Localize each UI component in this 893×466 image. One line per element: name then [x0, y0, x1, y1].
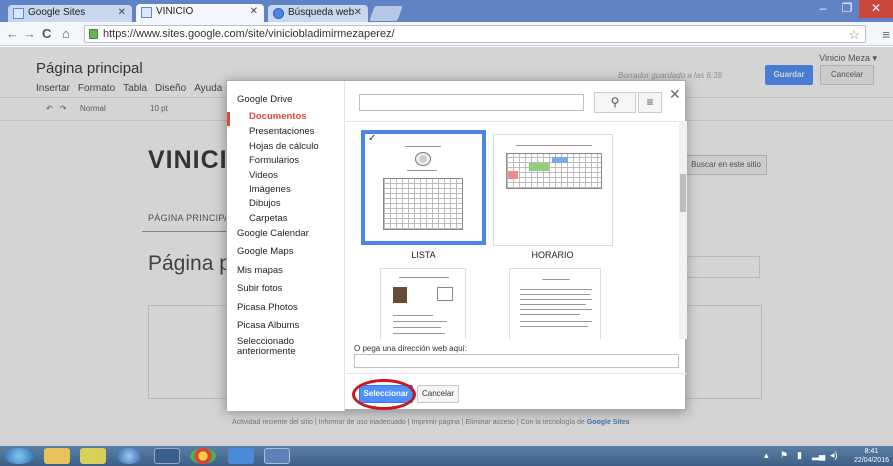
search-input[interactable] [359, 94, 584, 111]
file-browser: ⚲ ≡ ✕ ✓ LISTA HORARIO O pega una direcci… [346, 81, 687, 411]
tab-close-icon[interactable]: ✕ [354, 7, 362, 18]
tab-vinicio[interactable]: VINICIO ✕ [136, 4, 264, 22]
dialog-cancel-button[interactable]: Cancelar [417, 385, 459, 403]
browser-titlebar: Google Sites ✕ VINICIO ✕ Búsqueda web ✕ … [0, 0, 893, 22]
browser-menu-icon[interactable]: ≡ [882, 27, 890, 42]
sites-editor-page: Vinicio Meza ▾ Página principal Insertar… [0, 47, 893, 446]
nav-item-mis-mapas[interactable]: Mis mapas [237, 266, 283, 276]
file-thumb-document[interactable] [509, 268, 601, 339]
nav-item-documentos[interactable]: Documentos [249, 112, 307, 122]
nav-item-formularios[interactable]: Formularios [249, 156, 299, 166]
system-clock[interactable]: 8:41 22/04/2016 [854, 447, 889, 465]
back-arrow-icon[interactable]: ← [6, 26, 19, 41]
magnifier-icon: ⚲ [610, 95, 620, 109]
nav-item-hojas-de-cálculo[interactable]: Hojas de cálculo [249, 142, 319, 152]
browser-app-icon[interactable] [190, 448, 216, 464]
browser-toolbar: ← → C ⌂ https://www.sites.google.com/sit… [0, 22, 893, 46]
tray-arrow-icon[interactable]: ▴ [764, 450, 769, 461]
tab-close-icon[interactable]: ✕ [118, 7, 126, 18]
tab-google-sites[interactable]: Google Sites ✕ [8, 5, 132, 22]
sites-icon [141, 7, 152, 18]
photo-thumb [393, 287, 407, 303]
lock-icon [89, 29, 98, 39]
clock-date: 22/04/2016 [853, 457, 889, 464]
minimize-icon[interactable]: – [811, 0, 835, 18]
explorer-icon[interactable] [44, 448, 70, 464]
nav-item-dibujos[interactable]: Dibujos [249, 199, 281, 209]
start-button[interactable] [4, 448, 34, 464]
nav-item-google-calendar[interactable]: Google Calendar [237, 229, 309, 239]
nav-item-google-drive[interactable]: Google Drive [237, 95, 292, 105]
window-controls: – ❐ ✕ [811, 0, 893, 18]
flag-icon[interactable]: ⚑ [780, 450, 788, 461]
volume-icon[interactable]: ◂) [830, 450, 838, 461]
windows-taskbar: ▴ ⚑ ▮ ▂▄ ◂) 8:41 22/04/2016 [0, 446, 893, 466]
app-icon[interactable] [264, 448, 290, 464]
new-tab-button[interactable] [369, 6, 403, 21]
nav-item-seleccionado[interactable]: Seleccionado anteriormente [237, 337, 296, 357]
home-icon[interactable]: ⌂ [62, 26, 70, 41]
scrollbar[interactable] [679, 121, 687, 339]
file-name: HORARIO [531, 250, 574, 260]
scrollbar-thumb[interactable] [680, 174, 686, 212]
source-nav: Google Drive Documentos Presentaciones Hoja… [227, 81, 345, 411]
nav-item-presentaciones[interactable]: Presentaciones [249, 127, 314, 137]
clock-time: 8:41 [864, 448, 879, 455]
media-icon[interactable] [116, 448, 142, 464]
window-close-icon[interactable]: ✕ [859, 0, 893, 18]
search-button[interactable]: ⚲ [594, 92, 636, 113]
tab-title: Google Sites [28, 7, 86, 18]
sites-icon [13, 8, 24, 19]
annotation-circle [352, 379, 416, 410]
address-bar[interactable]: https://www.sites.google.com/site/vinici… [84, 25, 866, 43]
forward-arrow-icon[interactable]: → [23, 26, 36, 41]
tab-close-icon[interactable]: ✕ [250, 6, 258, 17]
nav-item-picasa-photos[interactable]: Picasa Photos [237, 303, 298, 313]
seal-icon [415, 152, 431, 166]
insert-document-dialog: Google Drive Documentos Presentaciones Hoja… [226, 80, 687, 411]
url-paste-input[interactable] [354, 354, 679, 368]
list-view-icon[interactable]: ≡ [638, 92, 662, 113]
chrome-icon[interactable] [154, 448, 180, 464]
nav-item-imágenes[interactable]: Imágenes [249, 185, 291, 195]
tab-busqueda-web[interactable]: Búsqueda web ✕ [268, 5, 368, 22]
file-name: LISTA [411, 250, 436, 260]
check-icon: ✓ [368, 133, 377, 144]
tab-title: Búsqueda web [288, 7, 355, 18]
nav-item-google-maps[interactable]: Google Maps [237, 247, 294, 257]
reload-icon[interactable]: C [42, 26, 51, 41]
battery-icon[interactable]: ▮ [797, 450, 802, 461]
close-icon[interactable]: ✕ [669, 86, 681, 103]
bookmark-star-icon[interactable]: ☆ [848, 27, 860, 43]
url-text: https://www.sites.google.com/site/vinici… [103, 28, 395, 40]
url-paste-label: O pega una dirección web aquí: [354, 344, 467, 353]
nav-item-videos[interactable]: Videos [249, 171, 278, 181]
nav-item-subir-fotos[interactable]: Subir fotos [237, 284, 282, 294]
restore-icon[interactable]: ❐ [835, 0, 859, 18]
folder-icon[interactable] [80, 448, 106, 464]
search-icon [273, 8, 284, 19]
file-thumb-curriculum[interactable] [380, 268, 466, 339]
tab-title: VINICIO [156, 6, 194, 17]
active-indicator [227, 112, 230, 126]
signal-icon[interactable]: ▂▄ [812, 450, 825, 461]
file-grid: ✓ LISTA HORARIO [346, 121, 687, 339]
file-thumb-lista[interactable]: ✓ [361, 130, 486, 245]
dialog-actions: Seleccionar Cancelar [346, 373, 687, 411]
table-preview [383, 178, 463, 230]
nav-item-picasa-albums[interactable]: Picasa Albums [237, 321, 299, 331]
file-thumb-horario[interactable] [493, 134, 613, 246]
ie-icon[interactable] [228, 448, 254, 464]
nav-item-carpetas[interactable]: Carpetas [249, 214, 288, 224]
